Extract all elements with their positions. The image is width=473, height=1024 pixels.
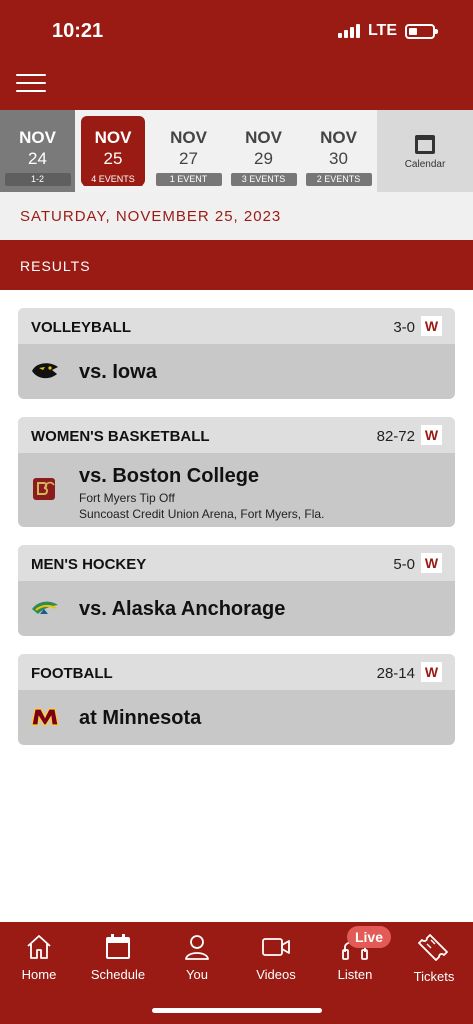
battery-icon — [405, 23, 438, 39]
minnesota-logo — [31, 708, 59, 726]
hamburger-menu-icon[interactable] — [16, 74, 46, 94]
date-item-nov-29[interactable]: NOV 29 3 EVENTS — [226, 110, 301, 192]
results-section-header: RESULTS — [0, 240, 473, 290]
sport-name: WOMEN'S BASKETBALL — [31, 428, 210, 445]
tab-label: Home — [21, 967, 57, 982]
selected-date-text: SATURDAY, NOVEMBER 25, 2023 — [20, 208, 282, 225]
game-card-header: MEN'S HOCKEY 5-0 W — [18, 545, 455, 581]
network-type: LTE — [367, 22, 397, 39]
game-card-mens-hockey[interactable]: MEN'S HOCKEY 5-0 W vs. Alaska Anchorage — [18, 545, 455, 636]
date-event-count: 1-2 — [4, 173, 71, 186]
calendar-label: Calendar — [404, 159, 446, 170]
result-badge: W — [421, 425, 442, 445]
game-card-body: vs. Alaska Anchorage — [18, 581, 455, 636]
live-badge[interactable]: Live — [347, 926, 391, 948]
venue-name: Suncoast Credit Union Arena, Fort Myers,… — [79, 507, 325, 521]
top-bar: 10:21 LTE — [0, 0, 473, 110]
video-camera-icon — [262, 938, 290, 956]
date-month: NOV — [245, 128, 282, 147]
sport-name: MEN'S HOCKEY — [31, 556, 147, 573]
date-month: NOV — [170, 128, 207, 147]
game-score: 28-14 — [376, 665, 415, 682]
tab-schedule[interactable]: Schedule — [79, 922, 157, 982]
tab-label: Listen — [337, 967, 373, 982]
result-badge: W — [421, 662, 442, 682]
date-month: NOV — [320, 128, 357, 147]
person-icon — [185, 935, 209, 960]
ticket-icon — [418, 934, 448, 961]
event-name: Fort Myers Tip Off — [79, 491, 175, 505]
boston-college-logo — [33, 478, 55, 500]
tab-home[interactable]: Home — [0, 922, 78, 982]
game-card-volleyball[interactable]: VOLLEYBALL 3-0 W vs. Iowa — [18, 308, 455, 399]
date-strip: NOV 24 1-2 NOV 25 4 EVENTS NOV 27 1 EVEN… — [0, 110, 473, 192]
tab-label: Videos — [256, 967, 296, 982]
selected-date-header: SATURDAY, NOVEMBER 25, 2023 — [0, 192, 473, 240]
date-day: 24 — [28, 149, 47, 168]
opponent-name: vs. Iowa — [79, 361, 157, 383]
date-event-count: 4 EVENTS — [83, 173, 143, 186]
date-month: NOV — [19, 128, 56, 147]
tab-you[interactable]: You — [158, 922, 236, 982]
results-label: RESULTS — [20, 258, 91, 274]
alaska-anchorage-logo — [32, 601, 58, 614]
home-indicator — [152, 1008, 322, 1013]
game-card-body: vs. Iowa — [18, 344, 455, 399]
game-card-header: VOLLEYBALL 3-0 W — [18, 308, 455, 344]
status-indicators: LTE — [337, 22, 438, 40]
date-day: 27 — [179, 149, 198, 168]
date-item-nov-25[interactable]: NOV 25 4 EVENTS — [81, 116, 145, 186]
date-event-count: 3 EVENTS — [230, 173, 297, 186]
game-card-header: WOMEN'S BASKETBALL 82-72 W — [18, 417, 455, 453]
game-score: 82-72 — [376, 428, 415, 445]
calendar-icon — [106, 934, 130, 959]
game-card-header: FOOTBALL 28-14 W — [18, 654, 455, 690]
calendar-icon — [415, 135, 435, 154]
signal-icon — [337, 24, 360, 38]
opponent-name: at Minnesota — [79, 707, 202, 729]
result-badge: W — [421, 553, 442, 573]
game-card-football[interactable]: FOOTBALL 28-14 W at Minnesota — [18, 654, 455, 745]
tab-label: You — [186, 967, 208, 982]
sport-name: FOOTBALL — [31, 665, 113, 682]
game-score: 3-0 — [393, 319, 415, 336]
tab-tickets[interactable]: Tickets — [395, 922, 473, 984]
result-badge: W — [421, 316, 442, 336]
iowa-hawkeye-logo — [32, 363, 58, 379]
date-item-nov-27[interactable]: NOV 27 1 EVENT — [151, 110, 226, 192]
date-event-count: 2 EVENTS — [305, 173, 372, 186]
date-month: NOV — [94, 128, 132, 147]
home-icon — [27, 935, 51, 959]
opponent-name: vs. Boston College — [79, 465, 260, 487]
date-item-nov-30[interactable]: NOV 30 2 EVENTS — [301, 110, 376, 192]
tab-label: Tickets — [413, 969, 455, 984]
status-time: 10:21 — [52, 20, 104, 42]
game-card-body: vs. Boston College Fort Myers Tip Off Su… — [18, 453, 455, 527]
date-day: 29 — [254, 149, 273, 168]
game-card-womens-basketball[interactable]: WOMEN'S BASKETBALL 82-72 W vs. Boston Co… — [18, 417, 455, 527]
tab-videos[interactable]: Videos — [237, 922, 315, 982]
date-event-count: 1 EVENT — [155, 173, 222, 186]
game-score: 5-0 — [393, 556, 415, 573]
game-card-body: at Minnesota — [18, 690, 455, 745]
date-day: 25 — [103, 149, 123, 168]
sport-name: VOLLEYBALL — [31, 319, 131, 336]
opponent-name: vs. Alaska Anchorage — [79, 598, 286, 620]
calendar-button[interactable]: Calendar — [377, 110, 473, 192]
date-item-nov-24[interactable]: NOV 24 1-2 — [0, 110, 75, 192]
date-day: 30 — [329, 149, 348, 168]
tab-label: Schedule — [90, 967, 146, 982]
